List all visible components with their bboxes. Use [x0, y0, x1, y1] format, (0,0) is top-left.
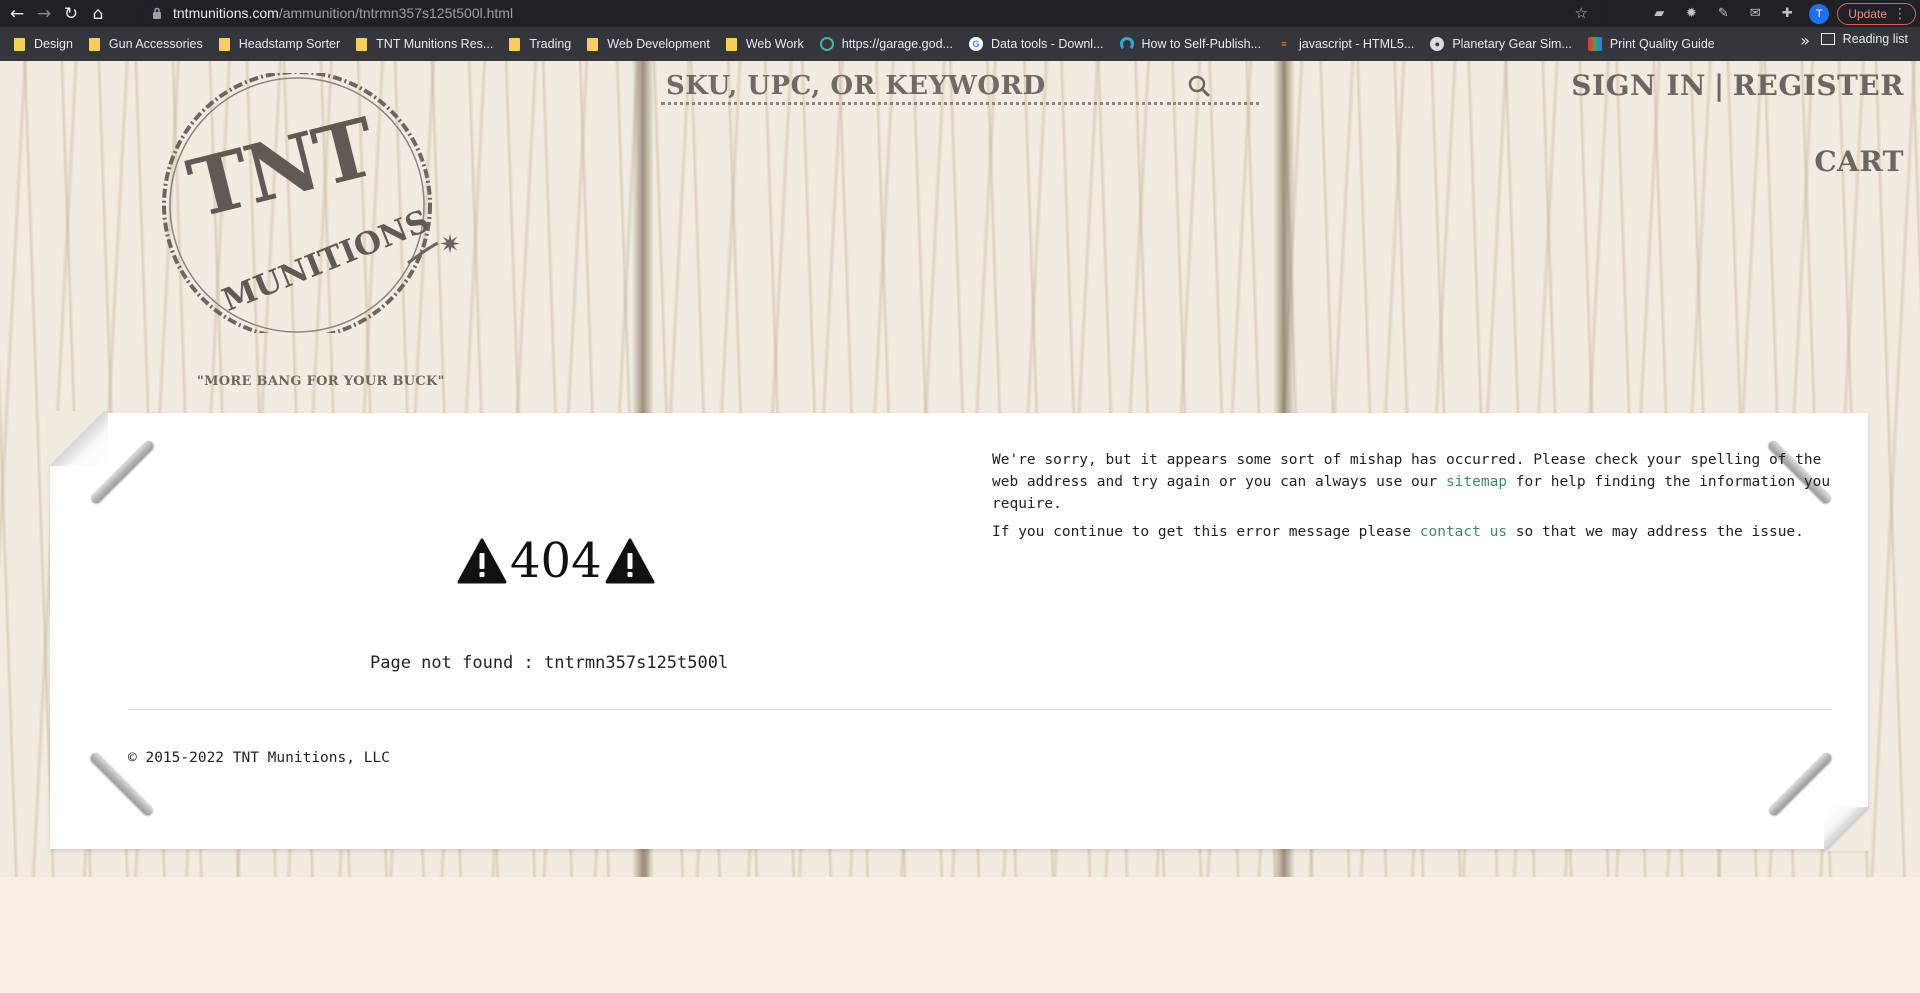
url-path: /ammunition/tntrmn357s125t500l.html — [278, 5, 514, 21]
bookmark-label: Trading — [529, 37, 572, 51]
bookmark-star-icon[interactable]: ☆ — [1575, 4, 1588, 22]
bookmark-tnt-munitions-res[interactable]: TNT Munitions Res... — [350, 31, 499, 57]
account-separator: | — [1714, 69, 1725, 102]
tagline: "MORE BANG FOR YOUR BUCK" — [197, 374, 445, 389]
error-message-1: We're sorry, but it appears some sort of… — [992, 449, 1832, 515]
warning-icon — [605, 538, 655, 584]
sitemap-link[interactable]: sitemap — [1446, 474, 1507, 490]
blue-favicon-icon — [1119, 37, 1134, 51]
bookmark-self-publish[interactable]: How to Self-Publish... — [1114, 31, 1268, 57]
error-message: We're sorry, but it appears some sort of… — [992, 449, 1832, 549]
bookmark-label: javascript - HTML5... — [1299, 37, 1415, 51]
bookmark-trading[interactable]: Trading — [503, 31, 577, 57]
bookmark-design[interactable]: Design — [8, 31, 79, 57]
colorful-favicon-icon — [1587, 37, 1602, 51]
update-label: Update — [1848, 6, 1887, 21]
bookmark-web-development[interactable]: Web Development — [581, 31, 716, 57]
folder-icon — [14, 37, 25, 51]
message-2-text: If you continue to get this error messag… — [992, 524, 1420, 540]
address-bar[interactable]: tntmunitions.com/ammunition/tntrmn357s12… — [140, 1, 1608, 25]
search-button[interactable] — [1173, 69, 1259, 105]
bookmark-label: https://garage.god... — [841, 37, 953, 51]
garage-favicon-icon — [819, 37, 834, 51]
folder-icon — [88, 37, 100, 51]
contact-us-link[interactable]: contact us — [1420, 524, 1507, 540]
url-text: tntmunitions.com/ammunition/tntrmn357s12… — [173, 5, 513, 21]
reading-list-icon — [1820, 33, 1835, 45]
bookmark-data-tools[interactable]: G Data tools - Downl... — [963, 31, 1110, 57]
cart-link[interactable]: CART — [1814, 145, 1904, 178]
divider — [128, 709, 1832, 710]
lock-icon — [152, 7, 164, 19]
warning-icon — [457, 538, 507, 584]
puzzle-icon[interactable]: ✚ — [1777, 4, 1797, 24]
google-favicon-icon: G — [968, 37, 983, 51]
bookmark-label: Design — [34, 37, 73, 51]
bookmarks-bar: Design Gun Accessories Headstamp Sorter … — [0, 27, 1920, 61]
page-curl-bottom-right — [1824, 807, 1870, 851]
url-host: tntmunitions.com — [173, 5, 279, 21]
bookmark-label: How to Self-Publish... — [1141, 37, 1262, 51]
bookmark-print-quality[interactable]: Print Quality Guide — [1582, 31, 1721, 57]
folder-icon — [509, 37, 521, 51]
stackoverflow-favicon-icon: ≡ — [1281, 39, 1287, 49]
bookmark-label: Web Development — [607, 37, 710, 51]
folder-icon — [218, 37, 230, 51]
bookmark-javascript-html5[interactable]: ≡ javascript - HTML5... — [1271, 31, 1420, 57]
bookmark-headstamp-sorter[interactable]: Headstamp Sorter — [213, 31, 346, 57]
register-link[interactable]: REGISTER — [1733, 69, 1904, 102]
browser-toolbar: ← → ↻ ⌂ tntmunitions.com/ammunition/tntr… — [0, 0, 1920, 27]
error-code: 404 — [510, 533, 602, 589]
globe-favicon-icon: ● — [1430, 37, 1445, 51]
page-content: ✷ TNT MUNITIONS "MORE BANG FOR YOUR BUCK… — [0, 61, 1920, 993]
gear-extension-icon[interactable]: ✹ — [1681, 4, 1701, 24]
chevron-right-icon[interactable]: » — [1800, 31, 1810, 50]
bookmark-web-work[interactable]: Web Work — [720, 31, 810, 57]
bookmark-label: Headstamp Sorter — [238, 37, 341, 51]
page-curl-top-left — [48, 411, 108, 466]
tnt-munitions-logo[interactable]: ✷ TNT MUNITIONS — [160, 70, 470, 340]
reload-icon[interactable]: ↻ — [61, 4, 81, 24]
back-arrow-icon[interactable]: ← — [7, 4, 27, 24]
mail-icon[interactable]: ✉ — [1745, 4, 1765, 24]
page-not-found-text: Page not found : tntrmn357s125t500l — [370, 653, 729, 673]
folder-icon — [725, 37, 737, 51]
bookmark-label: Web Work — [745, 37, 804, 51]
bookmark-gun-accessories[interactable]: Gun Accessories — [83, 31, 209, 57]
copyright: © 2015-2022 TNT Munitions, LLC — [128, 750, 390, 766]
error-message-2: If you continue to get this error messag… — [992, 521, 1832, 543]
reading-list-label: Reading list — [1842, 32, 1908, 46]
message-2-text-end: so that we may address the issue. — [1507, 524, 1804, 540]
bookmark-label: Gun Accessories — [108, 37, 203, 51]
folder-icon — [587, 37, 599, 51]
account-links: SIGN IN | REGISTER — [1571, 69, 1904, 102]
search-input[interactable] — [661, 69, 1171, 105]
bookmark-label: Print Quality Guide — [1609, 37, 1715, 51]
update-button[interactable]: Update ⋮ — [1837, 2, 1916, 25]
bookmark-label: Data tools - Downl... — [990, 37, 1104, 51]
extensions-area: ▰ ✹ ✎ ✉ ✚ T Update ⋮ — [1649, 0, 1920, 27]
bookmark-planetary-gear[interactable]: ● Planetary Gear Sim... — [1424, 31, 1578, 57]
more-menu-icon[interactable]: ⋮ — [1893, 6, 1907, 22]
sign-in-link[interactable]: SIGN IN — [1571, 69, 1706, 102]
pen-extension-icon[interactable]: ✎ — [1713, 4, 1733, 24]
reading-list-button[interactable]: Reading list — [1820, 32, 1908, 46]
bookmark-garage[interactable]: https://garage.god... — [814, 31, 959, 57]
bookmark-label: Planetary Gear Sim... — [1452, 37, 1572, 51]
avatar[interactable]: T — [1809, 3, 1830, 24]
extension-icon[interactable]: ▰ — [1649, 4, 1669, 24]
error-panel: 404 Page not found : tntrmn357s125t500l … — [48, 411, 1870, 851]
home-icon[interactable]: ⌂ — [88, 4, 108, 24]
svg-text:✷: ✷ — [439, 230, 461, 260]
bookmark-label: TNT Munitions Res... — [376, 37, 494, 51]
search-bar — [661, 69, 1259, 111]
folder-icon — [356, 37, 368, 51]
search-icon — [1188, 75, 1209, 96]
error-title: 404 — [457, 533, 655, 589]
forward-arrow-icon[interactable]: → — [34, 4, 54, 24]
